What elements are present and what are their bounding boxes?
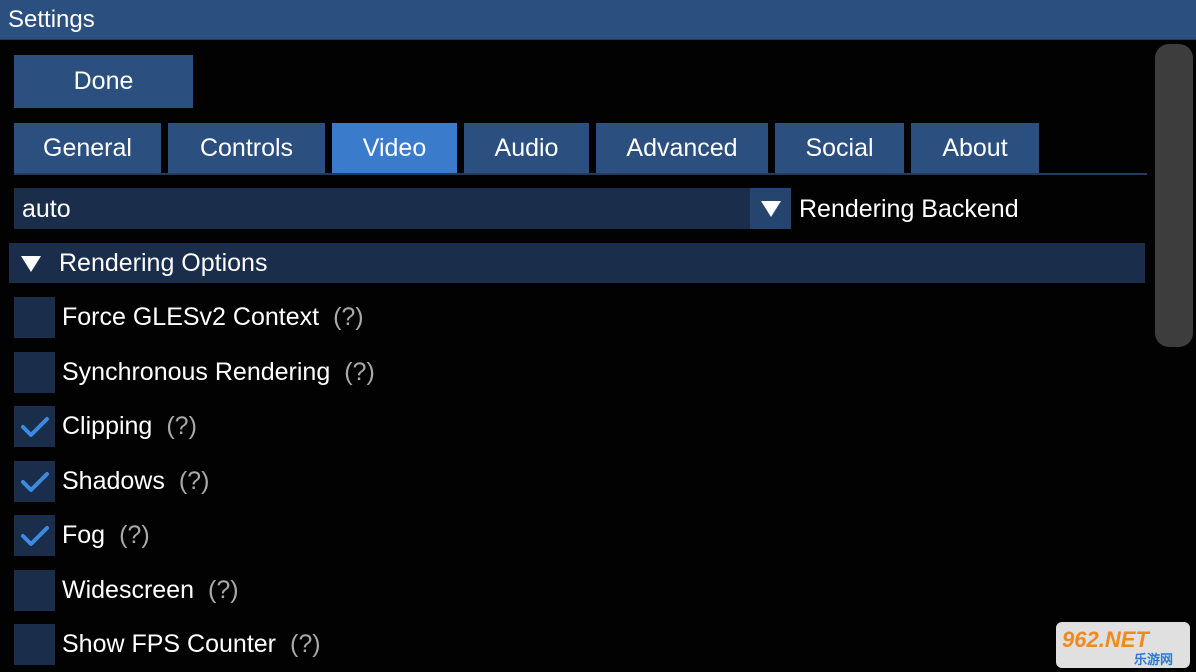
rendering-backend-select[interactable]: auto: [14, 188, 750, 229]
checkmark-icon: [20, 471, 49, 492]
checkbox[interactable]: [14, 624, 55, 665]
option-widescreen[interactable]: Widescreen (?): [14, 570, 914, 611]
checkbox[interactable]: [14, 406, 55, 447]
checkmark-icon: [20, 416, 49, 437]
vertical-scrollbar[interactable]: [1155, 44, 1193, 347]
option-label: Fog: [62, 521, 106, 549]
option-label: Shadows: [62, 467, 165, 495]
option-label: Synchronous Rendering: [62, 358, 331, 386]
tab-about[interactable]: About: [911, 123, 1039, 173]
help-button[interactable]: (?): [290, 630, 321, 658]
window-title: Settings: [8, 6, 95, 33]
help-button[interactable]: (?): [119, 521, 150, 549]
option-synchronous-rendering[interactable]: Synchronous Rendering (?): [14, 352, 914, 393]
dropdown-arrow-button[interactable]: [750, 188, 791, 229]
triangle-down-icon: [760, 200, 781, 217]
tab-general[interactable]: General: [14, 123, 161, 173]
checkbox[interactable]: [14, 515, 55, 556]
option-label: Force GLESv2 Context: [62, 303, 320, 331]
watermark-bottom: 乐游网: [1134, 652, 1173, 668]
help-button[interactable]: (?): [344, 358, 375, 386]
rendering-options-header[interactable]: Rendering Options: [9, 243, 1145, 283]
checkbox[interactable]: [14, 352, 55, 393]
rendering-backend-value: auto: [22, 195, 71, 223]
checkbox[interactable]: [14, 570, 55, 611]
help-button[interactable]: (?): [208, 576, 239, 604]
option-force-glesv2[interactable]: Force GLESv2 Context (?): [14, 297, 914, 338]
tab-advanced[interactable]: Advanced: [596, 123, 768, 173]
help-button[interactable]: (?): [179, 467, 210, 495]
option-show-fps-counter[interactable]: Show FPS Counter (?): [14, 624, 914, 665]
tab-social[interactable]: Social: [775, 123, 904, 173]
option-shadows[interactable]: Shadows (?): [14, 461, 914, 502]
done-button[interactable]: Done: [14, 55, 193, 108]
rendering-backend-label: Rendering Backend: [799, 195, 1019, 223]
tab-audio[interactable]: Audio: [464, 123, 589, 173]
checkbox[interactable]: [14, 297, 55, 338]
help-button[interactable]: (?): [166, 412, 197, 440]
tab-controls[interactable]: Controls: [168, 123, 325, 173]
watermark-top: 962.NET: [1062, 627, 1150, 652]
tabs-divider: [14, 173, 1147, 175]
help-button[interactable]: (?): [333, 303, 364, 331]
triangle-down-icon: [21, 256, 41, 272]
checkbox[interactable]: [14, 461, 55, 502]
tab-video[interactable]: Video: [332, 123, 457, 173]
watermark-logo: 962.NET 乐游网: [1056, 622, 1190, 668]
checkmark-icon: [20, 525, 49, 546]
section-title: Rendering Options: [59, 249, 268, 277]
title-bar: Settings: [0, 0, 1196, 40]
option-label: Show FPS Counter: [62, 630, 276, 658]
option-label: Clipping: [62, 412, 153, 440]
option-fog[interactable]: Fog (?): [14, 515, 914, 556]
option-label: Widescreen: [62, 576, 194, 604]
option-clipping[interactable]: Clipping (?): [14, 406, 914, 447]
